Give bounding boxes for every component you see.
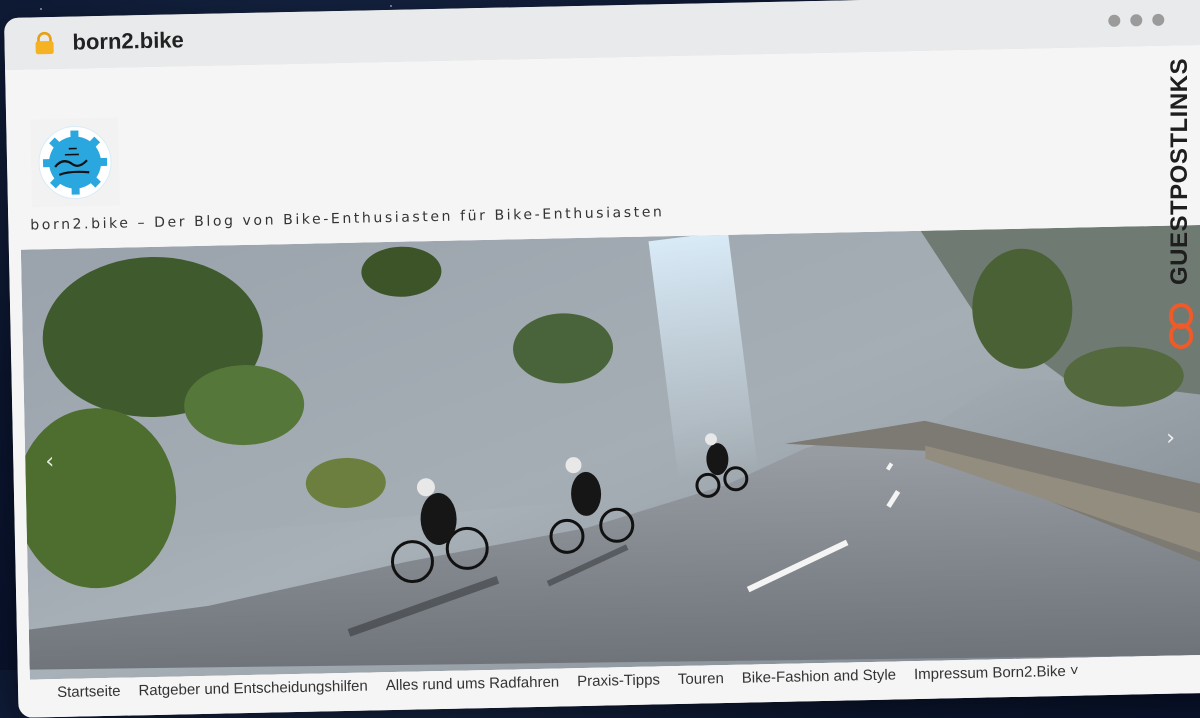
nav-item-startseite[interactable]: Startseite — [48, 683, 130, 702]
window-dot[interactable] — [1130, 14, 1143, 27]
window-dot[interactable] — [1108, 14, 1121, 27]
page-content: born2.bike – Der Blog von Bike-Enthusias… — [5, 44, 1200, 718]
chevron-right-icon[interactable]: › — [1166, 426, 1175, 451]
nav-item-bike-fashion[interactable]: Bike-Fashion and Style — [733, 666, 906, 687]
guestpostlinks-watermark: GUESTPOSTLINKS — [1166, 57, 1193, 285]
chevron-left-icon[interactable]: ‹ — [45, 449, 54, 474]
address-bar-url[interactable]: born2.bike — [72, 27, 184, 55]
site-logo[interactable] — [30, 117, 120, 208]
nav-item-touren[interactable]: Touren — [669, 670, 733, 688]
nav-item-ratgeber[interactable]: Ratgeber und Entscheidungshilfen — [129, 677, 377, 700]
link-chain-icon — [1169, 303, 1193, 349]
hero-slider[interactable]: ‹ › — [20, 224, 1200, 680]
browser-window: born2.bike born2.bike – Der Blog von Bik… — [4, 0, 1200, 718]
lock-icon — [35, 31, 54, 55]
nav-item-radfahren[interactable]: Alles rund ums Radfahren — [377, 673, 569, 695]
nav-item-praxis-tipps[interactable]: Praxis-Tipps — [568, 671, 669, 690]
nav-item-impressum-label: Impressum Born2.Bike — [913, 662, 1066, 684]
window-dot[interactable] — [1152, 13, 1165, 26]
window-controls — [1108, 13, 1165, 27]
hero-image — [20, 224, 1200, 680]
chevron-down-icon: ˅ — [1069, 662, 1079, 680]
site-tagline: born2.bike – Der Blog von Bike-Enthusias… — [30, 204, 665, 234]
nav-item-impressum[interactable]: Impressum Born2.Bike ˅ — [905, 662, 1088, 683]
